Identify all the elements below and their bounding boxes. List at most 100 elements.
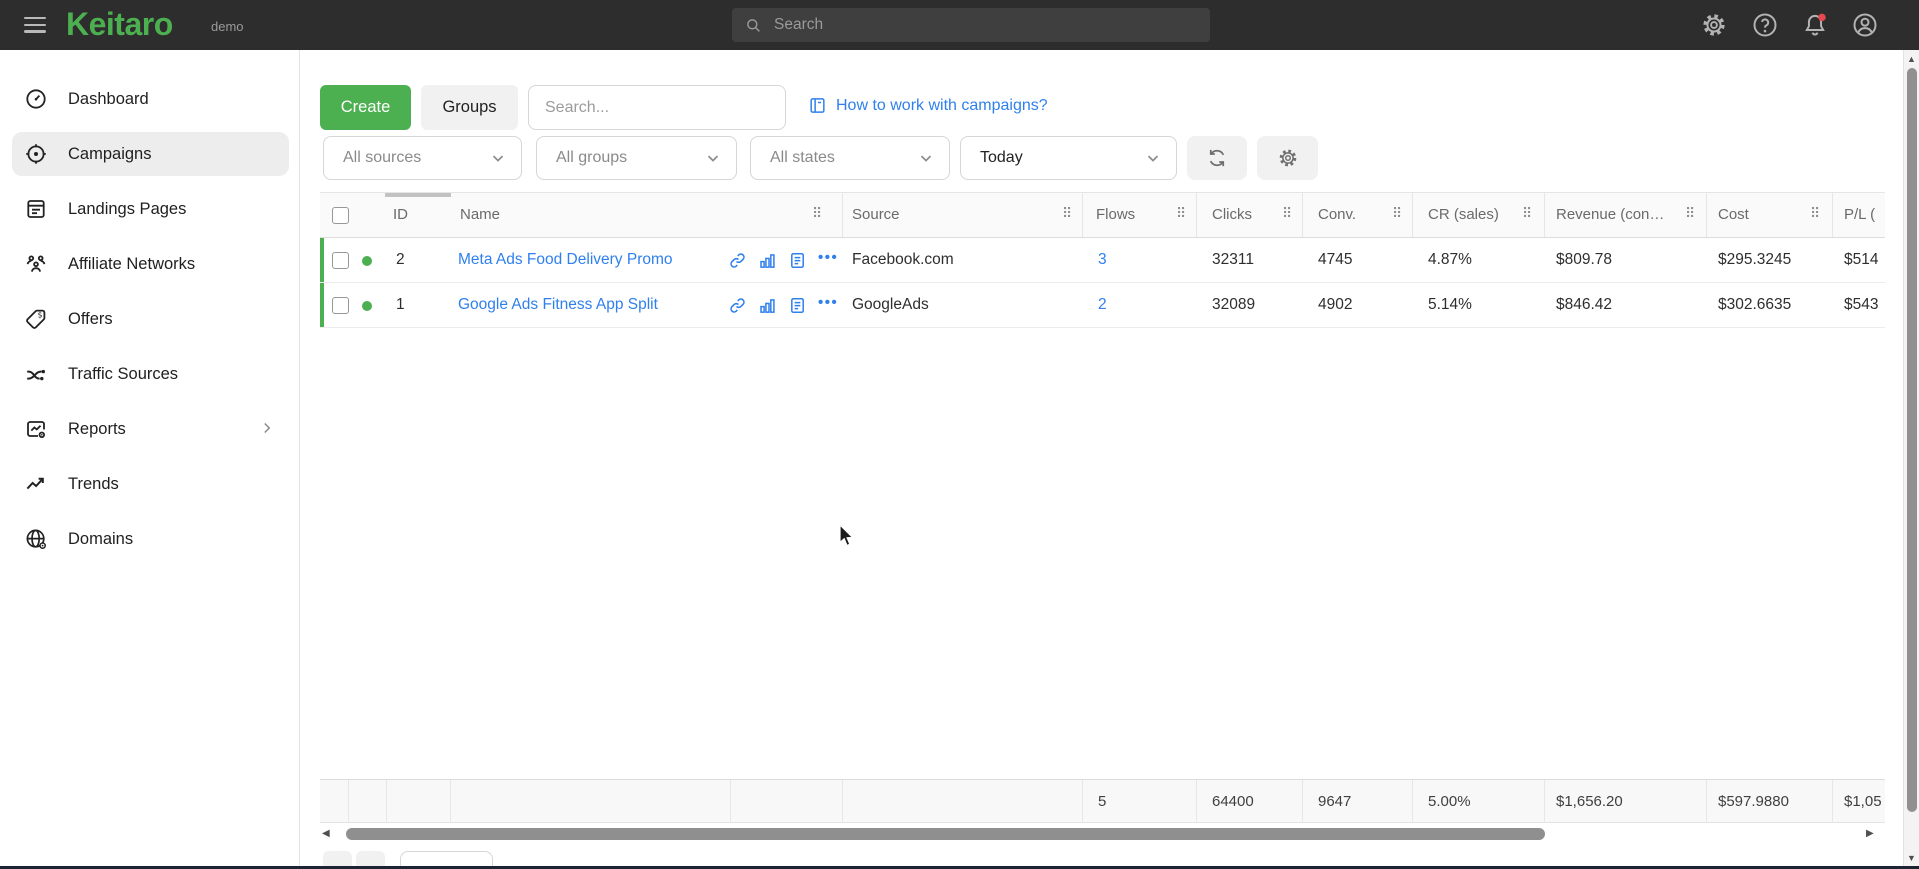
status-dot <box>362 301 372 311</box>
create-button[interactable]: Create <box>320 85 411 130</box>
filter-date-range[interactable]: Today <box>960 136 1177 180</box>
campaign-name-link[interactable]: Google Ads Fitness App Split <box>458 296 658 314</box>
sidebar: Dashboard Campaigns Landings Pages Affil… <box>0 50 300 869</box>
select-all-checkbox[interactable] <box>332 207 349 224</box>
sidebar-item-affiliate-networks[interactable]: Affiliate Networks <box>0 242 300 286</box>
drag-handle-icon[interactable]: ⠿ <box>1062 206 1072 222</box>
column-header-cost[interactable]: Cost <box>1718 206 1749 223</box>
table-header: ID Name ⠿ Source ⠿ Flows ⠿ Clicks ⠿ Conv… <box>320 192 1885 238</box>
cell-cr-sales: 5.14% <box>1428 296 1472 314</box>
scroll-right-arrow[interactable]: ▶ <box>1866 828 1874 839</box>
row-status-bar <box>320 238 324 282</box>
status-dot <box>362 256 372 266</box>
sidebar-item-traffic-sources[interactable]: Traffic Sources <box>0 352 300 396</box>
keitaro-logo[interactable]: Keitaro <box>66 6 173 43</box>
cell-pl: $543 <box>1844 296 1878 314</box>
total-conversions: 9647 <box>1318 793 1351 810</box>
help-campaigns-link[interactable]: How to work with campaigns? <box>808 96 1048 115</box>
cell-conversions: 4902 <box>1318 296 1352 314</box>
scroll-left-arrow[interactable]: ◀ <box>322 828 330 839</box>
table-settings-button[interactable] <box>1257 136 1318 180</box>
sidebar-item-campaigns[interactable]: Campaigns <box>0 132 300 176</box>
sidebar-item-trends[interactable]: Trends <box>0 462 300 506</box>
total-flows: 5 <box>1098 793 1106 810</box>
drag-handle-icon[interactable]: ⠿ <box>1282 206 1292 222</box>
column-header-conv[interactable]: Conv. <box>1318 206 1356 223</box>
svg-text:$: $ <box>38 311 43 320</box>
vertical-scrollbar: ▲ ▼ <box>1903 50 1919 869</box>
drag-handle-icon[interactable]: ⠿ <box>1176 206 1186 222</box>
drag-handle-icon[interactable]: ⠿ <box>812 206 822 222</box>
help-icon[interactable] <box>1751 11 1779 39</box>
cell-id: 2 <box>396 251 405 269</box>
drag-handle-icon[interactable]: ⠿ <box>1810 206 1820 222</box>
demo-badge: demo <box>211 19 244 34</box>
drag-handle-icon[interactable]: ⠿ <box>1522 206 1532 222</box>
campaigns-search-input[interactable] <box>528 85 786 130</box>
sidebar-item-dashboard[interactable]: Dashboard <box>0 77 300 121</box>
chevron-down-icon <box>704 149 722 167</box>
column-header-pl[interactable]: P/L ( <box>1844 206 1875 223</box>
column-header-cr-sales[interactable]: CR (sales) <box>1428 206 1499 223</box>
column-header-source[interactable]: Source <box>852 206 900 223</box>
campaign-name-link[interactable]: Meta Ads Food Delivery Promo <box>458 251 673 269</box>
cell-flows-link[interactable]: 2 <box>1098 296 1107 314</box>
total-pl: $1,05 <box>1844 793 1882 810</box>
sidebar-item-landings-pages[interactable]: Landings Pages <box>0 187 300 231</box>
cell-clicks: 32089 <box>1212 296 1255 314</box>
cell-id: 1 <box>396 296 405 314</box>
cell-conversions: 4745 <box>1318 251 1352 269</box>
filter-all-groups[interactable]: All groups <box>536 136 737 180</box>
refresh-icon <box>1206 147 1228 169</box>
gear-icon <box>1277 147 1299 169</box>
column-header-flows[interactable]: Flows <box>1096 206 1135 223</box>
column-header-revenue[interactable]: Revenue (con… <box>1556 206 1664 223</box>
sidebar-item-offers[interactable]: $ Offers <box>0 297 300 341</box>
column-header-id[interactable]: ID <box>393 206 408 223</box>
cell-revenue: $809.78 <box>1556 251 1612 269</box>
row-checkbox[interactable] <box>332 252 349 269</box>
groups-button[interactable]: Groups <box>421 85 518 130</box>
chevron-down-icon <box>489 149 507 167</box>
horizontal-scrollbar-thumb[interactable] <box>346 828 1545 840</box>
settings-gear-icon[interactable] <box>1700 11 1728 39</box>
row-checkbox[interactable] <box>332 297 349 314</box>
filter-all-states[interactable]: All states <box>750 136 950 180</box>
scroll-up-arrow[interactable]: ▲ <box>1907 54 1916 64</box>
globe-icon <box>24 527 48 551</box>
bell-icon[interactable] <box>1801 11 1829 39</box>
account-icon[interactable] <box>1851 11 1879 39</box>
people-icon <box>24 252 48 276</box>
gauge-icon <box>24 87 48 111</box>
row-actions-menu[interactable]: ••• <box>818 294 838 311</box>
campaign-stats-icon[interactable] <box>758 296 777 315</box>
vertical-scrollbar-thumb[interactable] <box>1907 68 1917 812</box>
sidebar-item-reports[interactable]: Reports <box>0 407 300 451</box>
campaign-report-icon[interactable] <box>788 251 807 270</box>
drag-handle-icon[interactable]: ⠿ <box>1685 206 1695 222</box>
global-search-input[interactable] <box>774 16 1174 34</box>
cell-cost: $295.3245 <box>1718 251 1791 269</box>
campaign-link-icon[interactable] <box>728 296 747 315</box>
row-actions-menu[interactable]: ••• <box>818 249 838 266</box>
split-arrows-icon <box>24 362 48 386</box>
cell-clicks: 32311 <box>1212 251 1254 269</box>
sidebar-item-domains[interactable]: Domains <box>0 517 300 561</box>
filter-all-sources[interactable]: All sources <box>323 136 522 180</box>
campaign-report-icon[interactable] <box>788 296 807 315</box>
scroll-down-arrow[interactable]: ▼ <box>1907 853 1916 863</box>
menu-toggle-icon[interactable] <box>24 17 46 33</box>
table-totals-row: 5 64400 9647 5.00% $1,656.20 $597.9880 $… <box>320 779 1885 823</box>
table-row: 1 Google Ads Fitness App Split ••• Googl… <box>320 283 1885 328</box>
drag-handle-icon[interactable]: ⠿ <box>1392 206 1402 222</box>
table-row: 2 Meta Ads Food Delivery Promo ••• Faceb… <box>320 238 1885 283</box>
target-icon <box>24 142 48 166</box>
column-header-name[interactable]: Name <box>460 206 500 223</box>
cell-flows-link[interactable]: 3 <box>1098 251 1107 269</box>
campaign-stats-icon[interactable] <box>758 251 777 270</box>
column-header-clicks[interactable]: Clicks <box>1212 206 1252 223</box>
refresh-button[interactable] <box>1187 136 1247 180</box>
cell-cr-sales: 4.87% <box>1428 251 1472 269</box>
total-cost: $597.9880 <box>1718 793 1789 810</box>
campaign-link-icon[interactable] <box>728 251 747 270</box>
